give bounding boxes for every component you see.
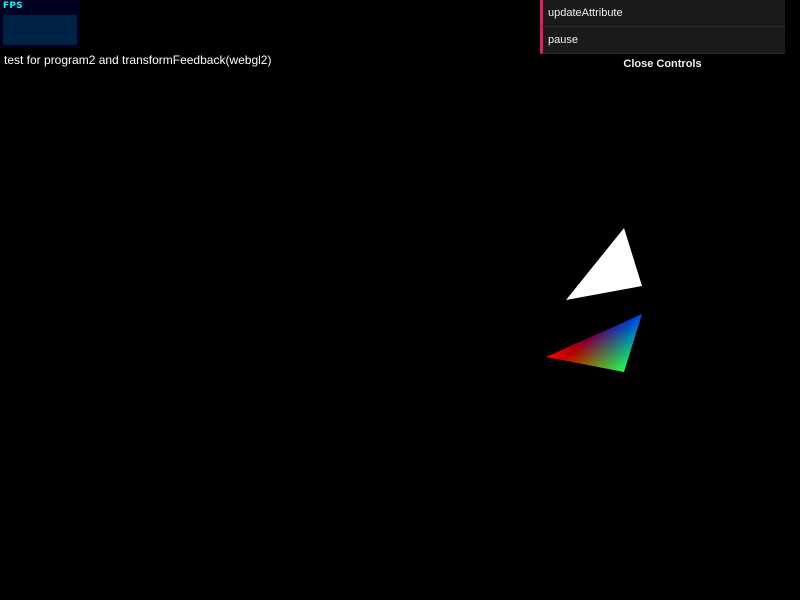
webgl-canvas: FPS test for program2 and transformFeedb… — [0, 0, 800, 600]
close-controls-button[interactable]: Close Controls — [540, 54, 785, 74]
color-triangle — [546, 314, 642, 372]
update-attribute-button[interactable]: updateAttribute — [540, 0, 785, 27]
update-attribute-label: updateAttribute — [548, 7, 623, 19]
fps-label: FPS — [3, 1, 23, 11]
gui-controls-panel: updateAttribute pause Close Controls — [540, 0, 785, 74]
render-scene — [546, 228, 642, 372]
fps-graph — [3, 15, 77, 45]
pause-button[interactable]: pause — [540, 27, 785, 54]
pause-label: pause — [548, 34, 578, 46]
fps-meter[interactable]: FPS — [0, 0, 80, 48]
page-caption: test for program2 and transformFeedback(… — [4, 53, 272, 67]
white-triangle — [566, 228, 642, 300]
